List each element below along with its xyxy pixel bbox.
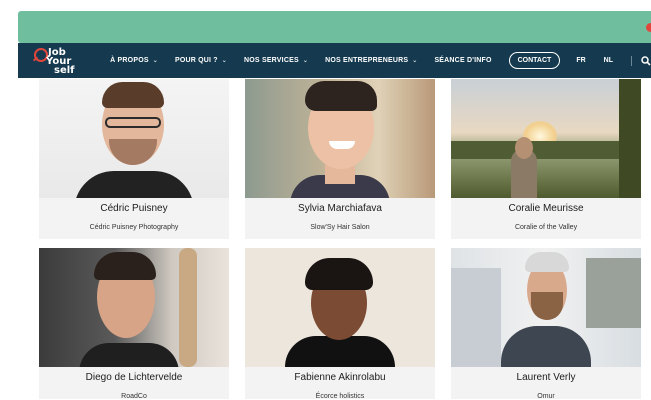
entrepreneur-photo [39, 248, 229, 367]
search-icon[interactable] [641, 55, 651, 66]
announcement-banner [18, 11, 651, 43]
chevron-down-icon: ⌄ [302, 58, 309, 64]
entrepreneur-name: Sylvia Marchiafava [298, 203, 382, 214]
chevron-down-icon: ⌄ [221, 58, 228, 64]
nav-menu: À PROPOS ⌄ POUR QUI ? ⌄ NOS SERVICES ⌄ NOS … [110, 52, 651, 69]
entrepreneur-company: Cédric Puisney Photography [89, 224, 179, 231]
entrepreneur-card[interactable]: Cédric Puisney Cédric Puisney Photograph… [39, 79, 229, 239]
nav-divider [631, 55, 632, 66]
lang-nl-link[interactable]: NL [604, 57, 613, 64]
lang-fr-link[interactable]: FR [576, 57, 585, 64]
entrepreneur-photo [451, 79, 641, 198]
nav-item-a-propos[interactable]: À PROPOS ⌄ [110, 57, 158, 64]
entrepreneur-name: Coralie Meurisse [508, 203, 584, 214]
main-navbar: Job Your self À PROPOS ⌄ POUR QUI ? ⌄ NOS … [18, 43, 651, 78]
entrepreneur-card[interactable]: Coralie Meurisse Coralie of the Valley [451, 79, 641, 239]
entrepreneur-name: Fabienne Akinrolabu [294, 372, 386, 383]
nav-item-pour-qui[interactable]: POUR QUI ? ⌄ [175, 57, 227, 64]
banner-close-dot[interactable] [646, 23, 651, 32]
entrepreneur-name: Diego de Lichtervelde [85, 372, 183, 383]
entrepreneur-card[interactable]: Laurent Verly Omur [451, 248, 641, 400]
entrepreneur-company: Slow'Sy Hair Salon [310, 224, 370, 231]
entrepreneur-photo [39, 79, 229, 198]
entrepreneur-photo [245, 248, 435, 367]
nav-item-seance-info[interactable]: SÉANCE D'INFO [434, 57, 491, 64]
entrepreneur-card[interactable]: Sylvia Marchiafava Slow'Sy Hair Salon [245, 79, 435, 239]
entrepreneur-name: Cédric Puisney [100, 203, 168, 214]
contact-button[interactable]: CONTACT [508, 52, 561, 69]
nav-item-nos-entrepreneurs[interactable]: NOS ENTREPRENEURS ⌄ [325, 57, 417, 64]
jobyourself-logo[interactable]: Job Your self [28, 43, 78, 78]
entrepreneur-card[interactable]: Fabienne Akinrolabu Écorce holistics [245, 248, 435, 400]
entrepreneur-photo [245, 79, 435, 198]
entrepreneur-name: Laurent Verly [516, 372, 576, 383]
chevron-down-icon: ⌄ [412, 58, 418, 64]
chevron-down-icon: ⌄ [152, 58, 158, 64]
nav-item-nos-services[interactable]: NOS SERVICES ⌄ [244, 57, 308, 64]
entrepreneur-card[interactable]: Diego de Lichtervelde RoadCo [39, 248, 229, 400]
entrepreneur-photo [451, 248, 641, 367]
entrepreneur-company: Coralie of the Valley [514, 224, 578, 231]
